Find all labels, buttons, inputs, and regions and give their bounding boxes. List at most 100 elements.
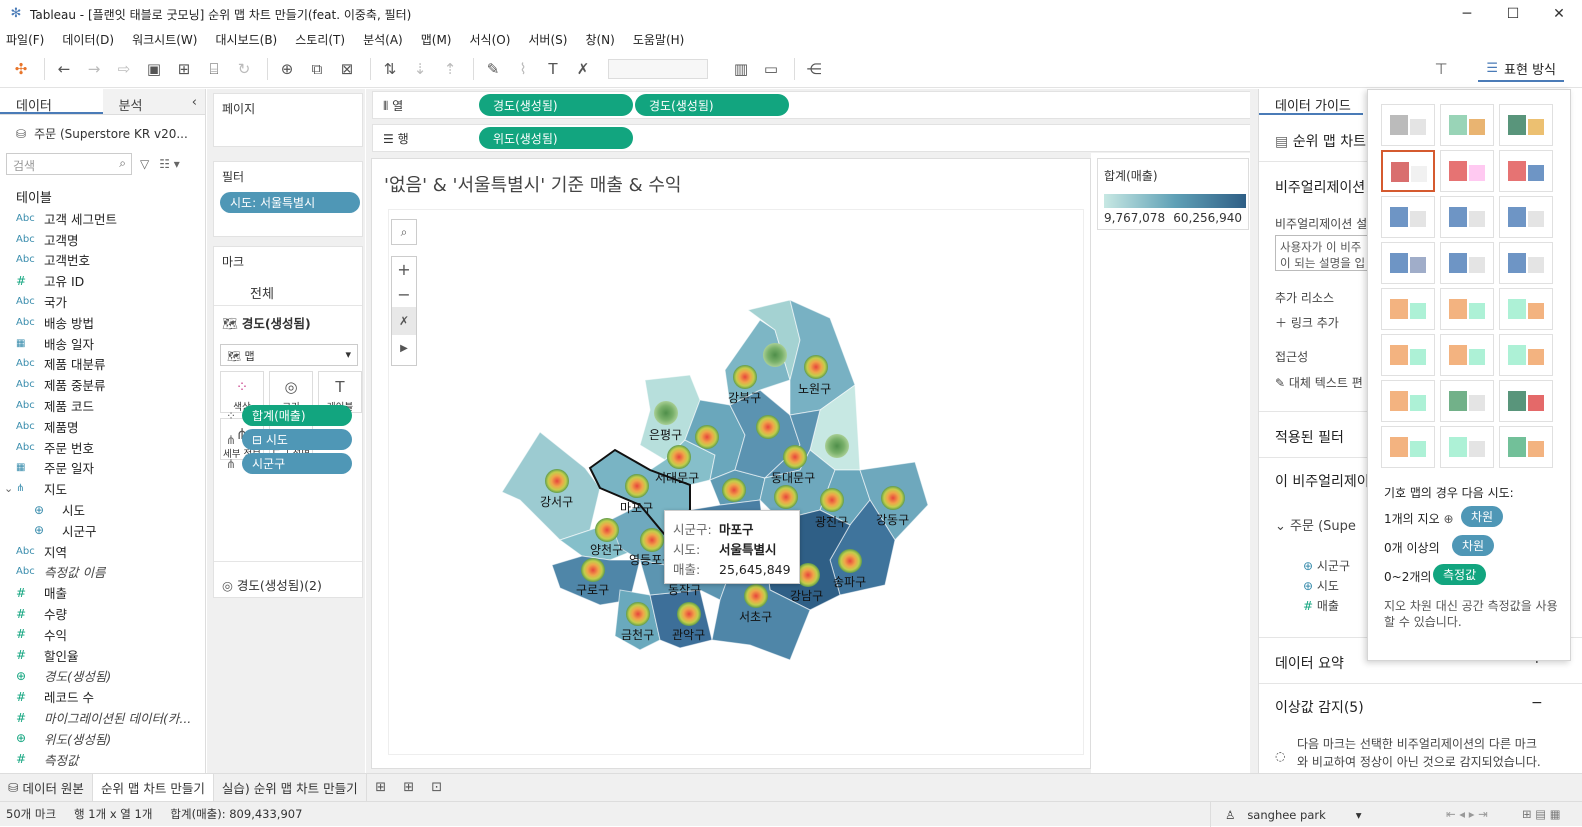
datasource-tab[interactable]: ⛁ 데이터 원본 — [0, 773, 93, 802]
applied-filters-title[interactable]: 적용된 필터 — [1275, 427, 1344, 447]
hint-pill-dimension: 차원 — [1461, 506, 1504, 527]
chart-type-option[interactable] — [1440, 334, 1494, 376]
chart-type-option[interactable] — [1440, 104, 1494, 146]
alt-text-button[interactable]: ✎ 대체 텍스트 편 — [1275, 374, 1363, 391]
sales-heat-mark[interactable] — [640, 528, 664, 552]
sales-heat-mark[interactable] — [881, 486, 905, 510]
color-legend[interactable]: 합계(매출) 9,767,078 60,256,940 — [1097, 158, 1249, 230]
district-label: 광진구 — [815, 515, 848, 529]
sales-heat-mark[interactable] — [667, 445, 691, 469]
order-source[interactable]: ⌄ 주문 (Supe — [1275, 515, 1356, 534]
hint-pill-dimension: 차원 — [1452, 535, 1495, 556]
chart-type-option[interactable] — [1381, 104, 1435, 146]
district-label: 구로구 — [576, 583, 609, 597]
chart-type-option[interactable] — [1440, 426, 1494, 468]
hint-row-1-label: 1개의 지오 — [1384, 512, 1440, 526]
sales-heat-mark[interactable] — [825, 434, 849, 458]
grid-view-icon[interactable]: ⊞ ▤ ▦ — [1522, 807, 1561, 821]
alt-text-label: 대체 텍스트 편 — [1288, 376, 1363, 390]
district-label: 관악구 — [672, 628, 705, 642]
district-label: 강동구 — [876, 513, 909, 527]
sales-heat-mark[interactable] — [695, 425, 719, 449]
sales-heat-mark[interactable] — [733, 365, 757, 389]
chart-type-option[interactable] — [1499, 426, 1553, 468]
sales-heat-mark[interactable] — [545, 469, 569, 493]
sales-heat-mark[interactable] — [756, 415, 780, 439]
data-summary-title[interactable]: 데이터 요약 — [1275, 653, 1344, 673]
viz-description-input[interactable]: 사용자가 이 비주 이 되는 설명을 입 — [1275, 235, 1375, 271]
district-label: 서초구 — [739, 610, 772, 624]
chevron-down-icon: ⌄ — [1275, 519, 1291, 534]
sales-heat-mark[interactable] — [625, 474, 649, 498]
district-label: 은평구 — [649, 428, 682, 442]
sales-heat-mark[interactable] — [595, 518, 619, 542]
sales-heat-mark[interactable] — [804, 355, 828, 379]
new-story-icon[interactable]: ⊡ — [423, 780, 451, 795]
sheet-tab-active[interactable]: 순위 맵 차트 만들기 — [92, 773, 214, 802]
chart-name-label: 순위 맵 차트 — [1292, 134, 1366, 150]
sales-heat-mark[interactable] — [654, 401, 678, 425]
hint-row-2: 0개 이상의 — [1384, 541, 1440, 555]
add-link-button[interactable]: ＋ 링크 추가 — [1275, 314, 1339, 331]
chart-type-option[interactable] — [1381, 196, 1435, 238]
new-worksheet-icon[interactable]: ⊞ — [367, 780, 395, 795]
user-menu[interactable]: ♙ sanghee park ▾ — [1210, 802, 1382, 827]
guide-field: ⊕ 시도 — [1303, 577, 1339, 594]
collapse-outliers-icon[interactable]: − — [1531, 695, 1543, 711]
sales-heat-mark[interactable] — [722, 478, 746, 502]
this-viz-title[interactable]: 이 비주얼리제이 — [1275, 471, 1370, 491]
tooltip-value: 마포구 — [719, 522, 754, 537]
chart-type-option[interactable] — [1499, 380, 1553, 422]
sheet-tab[interactable]: 실습) 순위 맵 차트 만들기 — [214, 773, 367, 802]
chart-type-option[interactable] — [1381, 242, 1435, 284]
sales-heat-mark[interactable] — [677, 602, 701, 626]
outliers-title[interactable]: 이상값 감지(5) — [1275, 697, 1364, 717]
globe-icon: ⊕ — [1443, 512, 1454, 526]
chart-type-option[interactable] — [1499, 334, 1553, 376]
chart-type-option[interactable] — [1440, 242, 1494, 284]
sales-heat-mark[interactable] — [783, 445, 807, 469]
sales-heat-mark[interactable] — [763, 343, 787, 367]
chart-type-option[interactable] — [1381, 334, 1435, 376]
district-label: 금천구 — [621, 627, 654, 642]
guide-field-label: 매출 — [1316, 599, 1339, 613]
hint-row-1: 1개의 지오 ⊕ — [1384, 510, 1454, 527]
accessibility-title: 접근성 — [1275, 350, 1309, 364]
sales-heat-mark[interactable] — [581, 558, 605, 582]
sales-heat-mark[interactable] — [626, 602, 650, 626]
chart-type-option[interactable] — [1499, 150, 1553, 192]
new-dashboard-icon[interactable]: ⊞ — [395, 780, 423, 795]
district-label: 강서구 — [540, 495, 573, 509]
sales-heat-mark[interactable] — [820, 488, 844, 512]
tab-data-guide[interactable]: 데이터 가이드 — [1259, 89, 1363, 115]
add-link-label: 링크 추가 — [1290, 316, 1339, 330]
chart-type-option[interactable] — [1440, 196, 1494, 238]
status-sum: 합계(매출): 809,433,907 — [170, 807, 303, 821]
chart-type-option[interactable] — [1499, 104, 1553, 146]
chart-type-option[interactable] — [1499, 288, 1553, 330]
chart-type-option[interactable] — [1381, 426, 1435, 468]
district-label: 동작구 — [668, 583, 701, 597]
district-label: 서대문구 — [655, 471, 699, 485]
outliers-description: 다음 마크는 선택한 비주얼리제이션의 다른 마크와 비교하여 정상이 아닌 것… — [1297, 737, 1541, 769]
sales-heat-mark[interactable] — [838, 549, 862, 573]
viz-section-title: 비주얼리제이션 — [1275, 180, 1366, 196]
status-rows-cols: 행 1개 x 열 1개 — [74, 807, 153, 821]
chart-type-option[interactable] — [1381, 288, 1435, 330]
chart-type-option[interactable] — [1440, 288, 1494, 330]
sales-heat-mark[interactable] — [774, 485, 798, 509]
status-marks: 50개 마크 — [6, 807, 57, 821]
chart-type-option[interactable] — [1499, 196, 1553, 238]
globe-icon: ⊕ — [1303, 559, 1317, 573]
legend-title: 합계(매출) — [1104, 169, 1158, 183]
datasource-tab-label: 데이터 원본 — [22, 781, 84, 796]
chart-type-option[interactable] — [1381, 150, 1435, 192]
nav-arrows-icon[interactable]: ⇤ ◂ ▸ ⇥ — [1446, 807, 1488, 821]
chart-type-option[interactable] — [1440, 380, 1494, 422]
chart-name: ▤ 순위 맵 차트 — [1275, 131, 1366, 151]
sales-heat-mark[interactable] — [744, 584, 768, 608]
chart-type-option[interactable] — [1440, 150, 1494, 192]
chart-type-option[interactable] — [1381, 380, 1435, 422]
sheet-icon: ▤ — [1275, 134, 1293, 150]
chart-type-option[interactable] — [1499, 242, 1553, 284]
